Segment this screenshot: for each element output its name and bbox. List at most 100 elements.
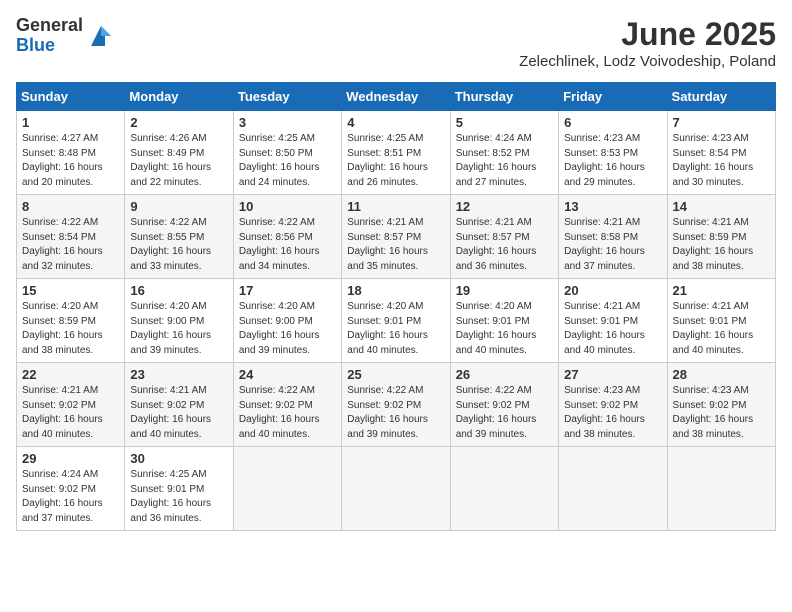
day-number: 20: [564, 283, 661, 298]
day-info: Sunrise: 4:27 AM Sunset: 8:48 PM Dayligh…: [22, 132, 119, 190]
calendar-cell: [450, 447, 558, 531]
calendar-cell: 30 Sunrise: 4:25 AM Sunset: 9:01 PM Dayli…: [125, 447, 233, 531]
calendar-cell: 11 Sunrise: 4:21 AM Sunset: 8:57 PM Dayli…: [342, 195, 450, 279]
day-info: Sunrise: 4:21 AM Sunset: 9:02 PM Dayligh…: [22, 384, 119, 442]
day-number: 10: [239, 199, 336, 214]
day-number: 9: [130, 199, 227, 214]
day-info: Sunrise: 4:22 AM Sunset: 9:02 PM Dayligh…: [456, 384, 553, 442]
day-number: 7: [673, 115, 770, 130]
day-info: Sunrise: 4:21 AM Sunset: 8:57 PM Dayligh…: [456, 216, 553, 274]
day-info: Sunrise: 4:21 AM Sunset: 8:57 PM Dayligh…: [347, 216, 444, 274]
calendar-cell: 2 Sunrise: 4:26 AM Sunset: 8:49 PM Daylig…: [125, 111, 233, 195]
day-info: Sunrise: 4:20 AM Sunset: 9:01 PM Dayligh…: [347, 300, 444, 358]
calendar-cell: 22 Sunrise: 4:21 AM Sunset: 9:02 PM Dayli…: [17, 363, 125, 447]
day-number: 16: [130, 283, 227, 298]
calendar-cell: [233, 447, 341, 531]
subtitle: Zelechlinek, Lodz Voivodeship, Poland: [519, 53, 776, 70]
calendar-cell: 25Sunrise: 4:22 AM Sunset: 9:02 PM Dayli…: [342, 363, 450, 447]
day-number: 23: [130, 367, 227, 382]
calendar-header-friday: Friday: [559, 83, 667, 111]
day-number: 3: [239, 115, 336, 130]
day-number: 4: [347, 115, 444, 130]
day-number: 29: [22, 451, 119, 466]
day-info: Sunrise: 4:21 AM Sunset: 9:02 PM Dayligh…: [130, 384, 227, 442]
calendar-cell: 26 Sunrise: 4:22 AM Sunset: 9:02 PM Dayli…: [450, 363, 558, 447]
calendar-cell: [559, 447, 667, 531]
day-info: Sunrise: 4:20 AM Sunset: 9:00 PM Dayligh…: [130, 300, 227, 358]
calendar-header-sunday: Sunday: [17, 83, 125, 111]
calendar-cell: 17Sunrise: 4:20 AM Sunset: 9:00 PM Dayli…: [233, 279, 341, 363]
day-info: Sunrise: 4:21 AM Sunset: 8:58 PM Dayligh…: [564, 216, 661, 274]
calendar-cell: 15 Sunrise: 4:20 AM Sunset: 8:59 PM Dayli…: [17, 279, 125, 363]
calendar-cell: 3 Sunrise: 4:25 AM Sunset: 8:50 PM Daylig…: [233, 111, 341, 195]
calendar-header-monday: Monday: [125, 83, 233, 111]
calendar-header-row: SundayMondayTuesdayWednesdayThursdayFrid…: [17, 83, 776, 111]
logo-icon: [87, 22, 115, 50]
calendar-cell: 12 Sunrise: 4:21 AM Sunset: 8:57 PM Dayli…: [450, 195, 558, 279]
calendar-week-1: 1Sunrise: 4:27 AM Sunset: 8:48 PM Daylig…: [17, 111, 776, 195]
day-info: Sunrise: 4:25 AM Sunset: 9:01 PM Dayligh…: [130, 468, 227, 526]
logo-general: General: [16, 16, 83, 36]
day-number: 12: [456, 199, 553, 214]
calendar-cell: 8Sunrise: 4:22 AM Sunset: 8:54 PM Daylig…: [17, 195, 125, 279]
day-info: Sunrise: 4:21 AM Sunset: 9:01 PM Dayligh…: [673, 300, 770, 358]
day-number: 15: [22, 283, 119, 298]
calendar-cell: 1Sunrise: 4:27 AM Sunset: 8:48 PM Daylig…: [17, 111, 125, 195]
day-info: Sunrise: 4:21 AM Sunset: 9:01 PM Dayligh…: [564, 300, 661, 358]
calendar-cell: 16 Sunrise: 4:20 AM Sunset: 9:00 PM Dayli…: [125, 279, 233, 363]
logo: General Blue: [16, 16, 115, 56]
calendar-cell: 6 Sunrise: 4:23 AM Sunset: 8:53 PM Daylig…: [559, 111, 667, 195]
calendar-cell: 20 Sunrise: 4:21 AM Sunset: 9:01 PM Dayli…: [559, 279, 667, 363]
title-area: June 2025 Zelechlinek, Lodz Voivodeship,…: [519, 16, 776, 70]
calendar-cell: 19 Sunrise: 4:20 AM Sunset: 9:01 PM Dayli…: [450, 279, 558, 363]
day-number: 26: [456, 367, 553, 382]
day-info: Sunrise: 4:23 AM Sunset: 8:53 PM Dayligh…: [564, 132, 661, 190]
day-number: 28: [673, 367, 770, 382]
day-info: Sunrise: 4:20 AM Sunset: 9:01 PM Dayligh…: [456, 300, 553, 358]
day-info: Sunrise: 4:26 AM Sunset: 8:49 PM Dayligh…: [130, 132, 227, 190]
calendar-cell: [342, 447, 450, 531]
calendar-cell: 27 Sunrise: 4:23 AM Sunset: 9:02 PM Dayli…: [559, 363, 667, 447]
calendar-cell: 24Sunrise: 4:22 AM Sunset: 9:02 PM Dayli…: [233, 363, 341, 447]
day-number: 27: [564, 367, 661, 382]
day-info: Sunrise: 4:22 AM Sunset: 8:55 PM Dayligh…: [130, 216, 227, 274]
calendar-cell: 23 Sunrise: 4:21 AM Sunset: 9:02 PM Dayli…: [125, 363, 233, 447]
day-info: Sunrise: 4:20 AM Sunset: 8:59 PM Dayligh…: [22, 300, 119, 358]
calendar-cell: 28 Sunrise: 4:23 AM Sunset: 9:02 PM Dayli…: [667, 363, 775, 447]
day-number: 14: [673, 199, 770, 214]
main-title: June 2025: [519, 16, 776, 53]
day-info: Sunrise: 4:24 AM Sunset: 9:02 PM Dayligh…: [22, 468, 119, 526]
day-number: 17: [239, 283, 336, 298]
day-info: Sunrise: 4:21 AM Sunset: 8:59 PM Dayligh…: [673, 216, 770, 274]
day-info: Sunrise: 4:25 AM Sunset: 8:50 PM Dayligh…: [239, 132, 336, 190]
day-info: Sunrise: 4:23 AM Sunset: 9:02 PM Dayligh…: [564, 384, 661, 442]
day-info: Sunrise: 4:24 AM Sunset: 8:52 PM Dayligh…: [456, 132, 553, 190]
day-number: 25: [347, 367, 444, 382]
calendar-body: 1Sunrise: 4:27 AM Sunset: 8:48 PM Daylig…: [17, 111, 776, 531]
calendar-cell: [667, 447, 775, 531]
calendar-cell: 21 Sunrise: 4:21 AM Sunset: 9:01 PM Dayli…: [667, 279, 775, 363]
calendar-cell: 4Sunrise: 4:25 AM Sunset: 8:51 PM Daylig…: [342, 111, 450, 195]
day-info: Sunrise: 4:23 AM Sunset: 8:54 PM Dayligh…: [673, 132, 770, 190]
calendar-cell: 9 Sunrise: 4:22 AM Sunset: 8:55 PM Daylig…: [125, 195, 233, 279]
day-number: 18: [347, 283, 444, 298]
calendar-cell: 10Sunrise: 4:22 AM Sunset: 8:56 PM Dayli…: [233, 195, 341, 279]
day-number: 2: [130, 115, 227, 130]
calendar-header-saturday: Saturday: [667, 83, 775, 111]
calendar-cell: 7 Sunrise: 4:23 AM Sunset: 8:54 PM Daylig…: [667, 111, 775, 195]
day-number: 6: [564, 115, 661, 130]
calendar-header-tuesday: Tuesday: [233, 83, 341, 111]
day-number: 22: [22, 367, 119, 382]
day-number: 21: [673, 283, 770, 298]
calendar-table: SundayMondayTuesdayWednesdayThursdayFrid…: [16, 82, 776, 531]
day-number: 19: [456, 283, 553, 298]
calendar-cell: 18 Sunrise: 4:20 AM Sunset: 9:01 PM Dayli…: [342, 279, 450, 363]
calendar-header-wednesday: Wednesday: [342, 83, 450, 111]
day-number: 30: [130, 451, 227, 466]
calendar-week-2: 8Sunrise: 4:22 AM Sunset: 8:54 PM Daylig…: [17, 195, 776, 279]
calendar-week-3: 15 Sunrise: 4:20 AM Sunset: 8:59 PM Dayli…: [17, 279, 776, 363]
day-number: 11: [347, 199, 444, 214]
calendar-week-4: 22 Sunrise: 4:21 AM Sunset: 9:02 PM Dayli…: [17, 363, 776, 447]
page-header: General Blue June 2025 Zelechlinek, Lodz…: [16, 16, 776, 70]
day-info: Sunrise: 4:23 AM Sunset: 9:02 PM Dayligh…: [673, 384, 770, 442]
